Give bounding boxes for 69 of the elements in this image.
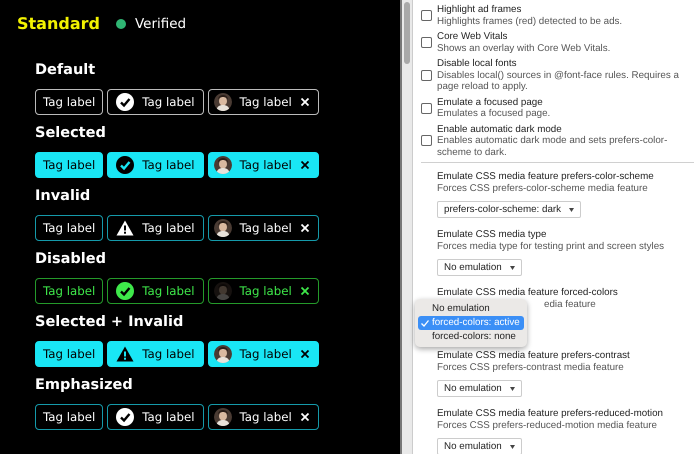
checkbox[interactable] [421, 70, 432, 81]
check-icon [421, 320, 429, 327]
setting-description: Forces CSS prefers-contrast media feature [437, 362, 625, 373]
setting-title: Emulate CSS media feature prefers-contrast [437, 350, 631, 362]
tag[interactable]: Tag label [35, 404, 104, 430]
checkmark-icon [116, 93, 134, 111]
tag[interactable]: Tag label [35, 341, 104, 367]
scrollbar[interactable] [400, 0, 413, 454]
alert-icon [116, 345, 134, 363]
status-label: Verified [134, 16, 186, 32]
setting-description: Forces media type for testing print and screen styles [437, 240, 666, 252]
setting-description: Shows an overlay with Core Web Vitals. [437, 42, 610, 54]
caret-icon [510, 266, 515, 270]
tag[interactable]: Tag label [208, 215, 319, 241]
section-heading: Selected [35, 124, 107, 143]
checkbox[interactable] [421, 10, 432, 21]
setting-title: Core Web Vitals [437, 31, 508, 42]
setting-description: Emulates a focused page. [437, 108, 550, 120]
setting-title: Emulate CSS media type [437, 229, 548, 240]
tag[interactable]: Tag label [107, 152, 204, 178]
caret-icon [510, 386, 515, 390]
setting-description: edia feature [544, 298, 596, 310]
menu-option[interactable]: forced-colors: none [418, 330, 524, 344]
tag[interactable]: Tag label [107, 215, 204, 241]
caret-icon [569, 208, 574, 212]
checkmark-icon [116, 282, 134, 300]
checkbox[interactable] [421, 135, 432, 146]
setting-title: Emulate a focused page [437, 96, 544, 108]
menu-option[interactable]: No emulation [418, 302, 524, 316]
dropdown[interactable]: No emulation [437, 380, 522, 397]
setting-title: Enable automatic dark mode [437, 124, 563, 135]
setting-description: Disables local() sources in @font-face rules. Requires a page reload to apply. [437, 70, 680, 92]
tag[interactable]: Tag label [35, 215, 104, 241]
section-heading: Invalid [35, 187, 92, 206]
checkbox[interactable] [421, 102, 432, 114]
tag[interactable]: Tag label [35, 89, 104, 115]
caret-icon [510, 444, 515, 448]
setting-title: Emulate CSS media feature prefers-color-scheme [437, 171, 655, 182]
dropdown[interactable]: No emulation [437, 438, 522, 454]
setting-title: Highlight ad frames [437, 4, 522, 16]
checkmark-icon [116, 408, 134, 426]
page-title: Standard [17, 14, 100, 33]
setting-description: Highlights frames (red) detected to be ads. [437, 16, 622, 27]
tag[interactable]: Tag label [107, 341, 204, 367]
section-heading: Disabled [35, 250, 107, 269]
tag[interactable]: Tag label [35, 152, 104, 178]
tag[interactable]: Tag label [208, 341, 319, 367]
section-heading: Default [35, 61, 96, 80]
tag[interactable]: Tag label [208, 152, 319, 178]
close-icon[interactable] [300, 349, 310, 359]
tag[interactable]: Tag label [208, 404, 319, 430]
setting-description: Forces CSS prefers-reduced-motion media feature [437, 420, 658, 431]
tag[interactable]: Tag label [107, 404, 204, 430]
tag[interactable]: Tag label [208, 89, 319, 115]
setting-description: Enables automatic dark mode and sets prefers-color-scheme to dark. [437, 135, 668, 158]
close-icon[interactable] [300, 160, 310, 170]
setting-title: Disable local fonts [437, 58, 518, 70]
alert-icon [116, 219, 134, 237]
dropdown[interactable]: prefers-color-scheme: dark [437, 201, 582, 218]
checkbox[interactable] [421, 37, 432, 48]
checkmark-icon [116, 156, 134, 174]
tag[interactable]: Tag label [107, 89, 204, 115]
setting-title: Emulate CSS media feature prefers-reduced-motion [437, 408, 664, 420]
setting-description: Forces CSS prefers-color-scheme media feature [437, 182, 649, 194]
dropdown[interactable]: No emulation [437, 259, 522, 276]
section-heading: Emphasized [35, 376, 134, 395]
section-heading: Selected + Invalid [35, 313, 184, 332]
scrollbar-thumb[interactable] [404, 2, 410, 64]
setting-title: Emulate CSS media feature forced-colors [437, 287, 619, 298]
